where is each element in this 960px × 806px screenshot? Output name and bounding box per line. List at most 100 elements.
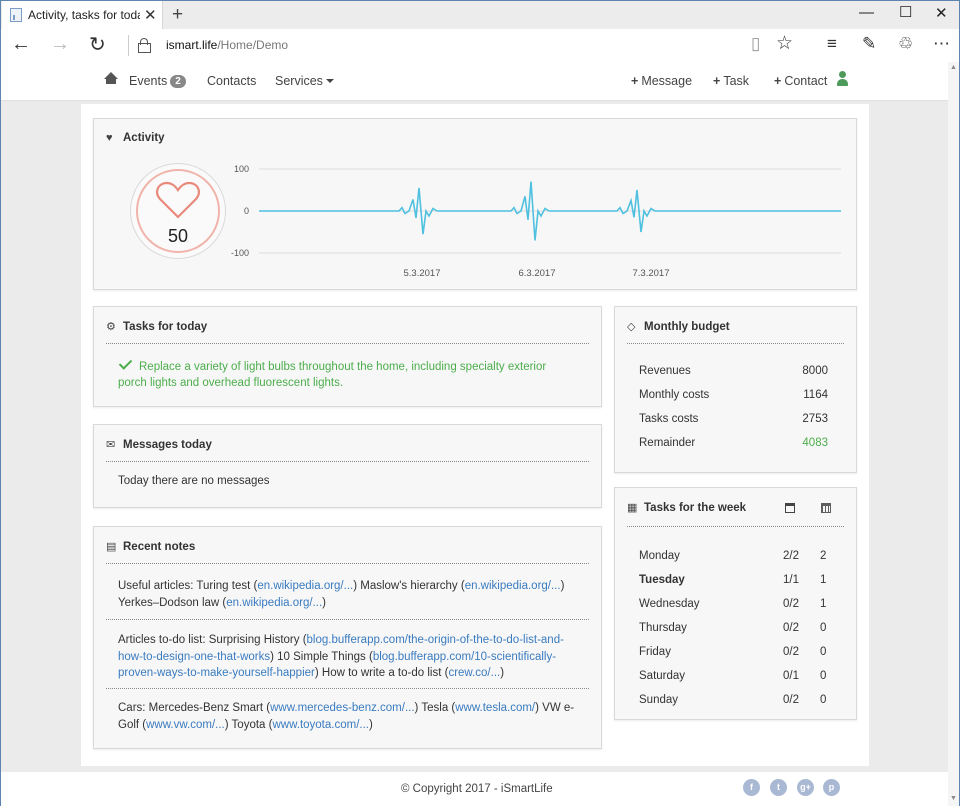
note-text: Cars: Mercedes-Benz Smart ( [118, 702, 271, 714]
home-icon[interactable] [104, 72, 118, 85]
note-link[interactable]: en.wikipedia.org/... [226, 597, 322, 609]
week-done: 0/2 [783, 622, 799, 634]
note-text: ) [368, 718, 373, 731]
y-tick-label: 100 [234, 164, 249, 174]
budget-row: Tasks costs 2753 [639, 413, 828, 425]
tasks-today-title-text: Tasks for today [123, 321, 208, 333]
back-icon[interactable]: ← [11, 33, 31, 56]
web-note-icon[interactable]: ✎ [862, 34, 876, 54]
tab-close-icon[interactable]: ✕ [144, 6, 157, 24]
note-link[interactable]: www.vw.com/... [146, 719, 225, 731]
minimize-icon[interactable]: — [859, 4, 874, 21]
week-count: 0 [820, 646, 827, 658]
user-icon[interactable] [837, 71, 848, 87]
forward-icon[interactable]: → [50, 33, 70, 56]
share-icon[interactable]: ♲ [898, 34, 913, 54]
more-icon[interactable]: ⋯ [933, 34, 950, 54]
note-link[interactable]: www.mercedes-benz.com/... [270, 702, 414, 714]
week-title: ▦ Tasks for the week [627, 501, 746, 514]
browser-tab[interactable]: Activity, tasks for today, ✕ [2, 1, 163, 29]
scroll-up-icon[interactable]: ▲ [950, 64, 957, 71]
note-link[interactable]: crew.co/... [448, 667, 500, 679]
week-count: 0 [820, 694, 827, 706]
week-done: 0/1 [783, 670, 799, 682]
week-row: Wednesday 0/2 1 [639, 598, 839, 610]
budget-value: 2753 [802, 413, 828, 425]
divider [106, 343, 589, 344]
week-row: Monday 2/2 2 [639, 550, 839, 562]
note-text: Articles to-do list: Surprising History … [118, 634, 307, 646]
x-tick-label: 7.3.2017 [633, 268, 670, 279]
activity-title-text: Activity [123, 132, 165, 144]
week-count: 0 [820, 670, 827, 682]
add-task-button[interactable]: + Task [713, 74, 749, 88]
url-field[interactable]: ismart.life/Home/Demo [166, 38, 288, 52]
budget-title-text: Monthly budget [644, 321, 730, 333]
budget-row: Remainder 4083 [639, 437, 828, 449]
task-item[interactable]: Replace a variety of light bulbs through… [118, 356, 578, 391]
week-done: 0/2 [783, 694, 799, 706]
note-item: Cars: Mercedes-Benz Smart (www.mercedes-… [118, 700, 588, 733]
close-window-icon[interactable]: ✕ [935, 4, 948, 22]
week-count: 0 [820, 622, 827, 634]
browser-titlebar: Activity, tasks for today, ✕ + — ☐ ✕ [0, 0, 960, 29]
nav-services[interactable]: Services [275, 74, 334, 88]
hub-icon[interactable]: ≡ [827, 34, 837, 54]
divider [627, 343, 844, 344]
check-icon[interactable] [118, 356, 133, 370]
note-link[interactable]: en.wikipedia.org/... [465, 580, 561, 592]
pinterest-icon[interactable]: p [823, 779, 840, 796]
week-title-text: Tasks for the week [644, 502, 747, 514]
nav-services-label: Services [275, 74, 323, 88]
new-tab-icon[interactable]: + [172, 4, 183, 26]
week-row: Tuesday 1/1 1 [639, 574, 839, 586]
google-plus-icon[interactable]: g+ [797, 779, 814, 796]
week-count: 2 [820, 550, 827, 562]
page-scrollbar[interactable]: ▲ ▼ [948, 62, 960, 806]
note-text: ) Toyota ( [224, 718, 273, 731]
x-tick-label: 6.3.2017 [519, 268, 556, 279]
activity-title: ♥ Activity [106, 132, 165, 144]
x-tick-label: 5.3.2017 [404, 268, 441, 279]
divider [627, 526, 844, 527]
tasks-today-panel: ⚙ Tasks for today Replace a variety of li… [93, 306, 602, 407]
heart-rate-gauge: 50 [130, 163, 226, 259]
note-text: ) 10 Simple Things ( [270, 650, 373, 663]
note-text: ) Tesla ( [414, 702, 456, 714]
note-link[interactable]: en.wikipedia.org/... [257, 580, 353, 592]
lock-icon[interactable] [138, 38, 151, 53]
twitter-icon[interactable]: t [770, 779, 787, 796]
remainder-value: 4083 [802, 437, 828, 449]
week-count: 1 [820, 598, 827, 610]
week-count: 1 [820, 574, 827, 586]
calendar-icon: ▦ [627, 502, 638, 514]
nav-contacts[interactable]: Contacts [207, 74, 256, 88]
divider [106, 619, 589, 620]
note-text: Useful articles: Turing test ( [118, 580, 258, 592]
note-link[interactable]: www.toyota.com/... [272, 719, 369, 731]
add-message-button[interactable]: + Message [631, 74, 692, 88]
reading-view-icon[interactable]: ▯ [751, 34, 760, 54]
note-link[interactable]: www.tesla.com/ [455, 702, 535, 714]
messages-today-panel: ✉ Messages today Today there are no messa… [93, 424, 602, 508]
add-contact-button[interactable]: + Contact [774, 74, 827, 88]
tab-title: Activity, tasks for today, [28, 8, 140, 22]
messages-today-title-text: Messages today [123, 439, 212, 451]
week-day: Monday [639, 550, 680, 562]
maximize-icon[interactable]: ☐ [899, 3, 912, 21]
heart-icon [156, 181, 200, 219]
nav-events[interactable]: Events 2 [129, 74, 186, 88]
y-tick-label: 0 [244, 206, 249, 216]
week-day: Thursday [639, 622, 687, 634]
task-text: Replace a variety of light bulbs through… [118, 361, 547, 389]
budget-label: Remainder [639, 437, 696, 449]
scroll-down-icon[interactable]: ▼ [950, 795, 957, 802]
add-contact-label: Contact [784, 74, 828, 88]
note-text: ) [500, 667, 505, 679]
messages-today-title: ✉ Messages today [106, 438, 212, 451]
facebook-icon[interactable]: f [743, 779, 760, 796]
refresh-icon[interactable]: ↻ [89, 32, 106, 57]
divider [106, 688, 589, 689]
site-footer: © Copyright 2017 - iSmartLife f t g+ p [1, 772, 948, 806]
favorite-star-icon[interactable]: ☆ [776, 32, 793, 55]
